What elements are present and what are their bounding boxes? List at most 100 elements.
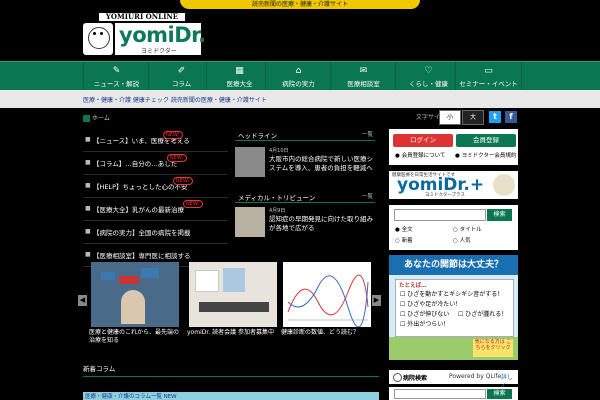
hospital-search-button[interactable]: 検索: [487, 389, 512, 399]
facebook-icon[interactable]: f: [505, 111, 517, 123]
top-announcement-bar: 読売新聞の医療・健康・介護サイト: [0, 0, 600, 11]
book-icon: ▦: [235, 66, 244, 76]
login-button[interactable]: ログイン: [393, 134, 453, 147]
featured-text[interactable]: 認知症の早期発見に向けた取り組みが各地で広がる: [269, 215, 375, 233]
chart-thumbnail-icon: [287, 274, 369, 328]
bullet-icon: ■: [85, 136, 91, 143]
bullet-icon: ■: [85, 228, 91, 235]
news-item-text[interactable]: 【コラム】…自分の…あした: [93, 158, 177, 168]
medical-more-link[interactable]: 一覧: [362, 192, 373, 200]
featured-item[interactable]: 4月9日 認知症の早期発見に向けた取り組みが各地で広がる: [235, 207, 375, 240]
nav-item-label: くらし・健康: [409, 80, 448, 88]
section-header: 新着コラム: [83, 362, 379, 377]
nav-item-label: コラム: [171, 80, 192, 88]
bullet-icon: ■: [85, 159, 91, 166]
carousel-next-icon[interactable]: ▶: [372, 295, 381, 306]
featured-date: 4月9日: [269, 208, 286, 214]
nav-item-label: 医療大全: [226, 80, 253, 88]
nav-item-consultation[interactable]: ✉ 医療相談室: [330, 62, 396, 91]
checklist-line: ☐ ひざを動かすとギシギシ音がする！: [400, 291, 504, 298]
font-small-button[interactable]: 小: [439, 110, 461, 125]
checklist-line-text: ひざや足が冷たい！: [407, 301, 462, 308]
search-option-label: 人気: [459, 238, 471, 244]
checklist-line: ☐ ひざが腫れる！: [458, 311, 508, 318]
banner-cta-button[interactable]: 気になる方は こちらをクリック: [473, 339, 513, 357]
about-membership-link[interactable]: ● 会員登録について: [395, 151, 445, 159]
pencil-icon: ✎: [112, 66, 121, 76]
news-item-text[interactable]: 【医療大全】乳がんの最新治療: [93, 204, 184, 214]
nav-item-label: 医療相談室: [347, 80, 380, 88]
carousel-prev-icon[interactable]: ◀: [78, 295, 87, 306]
powered-by-label: Powered by QLife: [449, 373, 502, 380]
new-badge: NEW!: [183, 200, 203, 208]
news-item[interactable]: ■ 【ニュース】いま、医療を考える NEW!: [83, 129, 228, 152]
search-button[interactable]: 検索: [487, 209, 512, 221]
column-band[interactable]: 医療・健康・介護のコラム一覧 NEW: [83, 392, 379, 400]
column-band-text: 医療・健康・介護のコラム一覧 NEW: [85, 394, 177, 400]
new-badge: NEW!: [167, 154, 187, 162]
feature-carousel: 医療と健康のこれから、最先端の治療を知る yomiDr. 読者会議 参加者募集中…: [83, 253, 383, 348]
search-option-label: 新着: [401, 238, 413, 244]
mascot-dog-icon: [83, 23, 113, 55]
checklist-line-text: 外出がつらい！: [407, 321, 450, 328]
top-announcement-text: 読売新聞の医療・健康・介護サイト: [180, 0, 420, 9]
yomiuri-online-label: YOMIURI ONLINE: [99, 13, 185, 21]
bullet-icon: ■: [85, 182, 91, 189]
chat-icon: ✉: [359, 66, 368, 76]
about-membership-text: 会員登録について: [401, 153, 446, 159]
featured-thumbnail[interactable]: [235, 207, 265, 237]
news-item[interactable]: ■ 【コラム】…自分の…あした NEW!: [83, 152, 228, 175]
carousel-caption[interactable]: 医療と健康のこれから、最先端の治療を知る: [89, 329, 183, 345]
carousel-caption[interactable]: yomiDr. 読者会議 参加者募集中: [187, 329, 281, 337]
yomidr-kana-text: ヨミドクター: [141, 48, 177, 55]
carousel-slide-image[interactable]: [91, 262, 179, 327]
nav-item-lifestyle[interactable]: ♡ くらし・健康: [395, 62, 461, 91]
twitter-icon[interactable]: t: [489, 111, 501, 123]
nav-item-news[interactable]: ✎ ニュース・解説: [83, 62, 149, 91]
nav-item-hospital[interactable]: ⌂ 病院の実力: [265, 62, 331, 91]
main-navigation: ✎ ニュース・解説 ✐ コラム ▦ 医療大全 ⌂ 病院の実力 ✉ 医療相談室 ♡…: [0, 61, 600, 91]
search-option[interactable]: ● 全文: [395, 225, 413, 233]
news-list: ■ 【ニュース】いま、医療を考える NEW! ■ 【コラム】…自分の…あした N…: [83, 129, 228, 267]
carousel-caption[interactable]: 健康診断の数値、どう読む？: [281, 329, 375, 337]
search-input[interactable]: [394, 209, 486, 221]
news-item[interactable]: ■ 【医療大全】乳がんの最新治療 NEW!: [83, 198, 228, 221]
hospital-search-input[interactable]: [394, 389, 486, 399]
headlines-more-link[interactable]: 一覧: [362, 130, 373, 138]
nav-item-column[interactable]: ✐ コラム: [148, 62, 214, 91]
yomidr-plus-banner[interactable]: 健康医療を日常生活サイトです yomiDr.+ ヨミドクタープラス: [389, 171, 518, 199]
search-option[interactable]: ○ タイトル: [453, 225, 482, 233]
featured-text[interactable]: 大阪市内の総合病院で新しい医療システムを導入、患者の負担を軽減へ: [269, 155, 375, 173]
nav-item-label: セミナー・イベント: [459, 80, 518, 88]
register-button[interactable]: 会員登録: [456, 134, 516, 147]
yomidr-wordmark: yomiDr. ヨミドクター: [115, 23, 206, 55]
auth-box: ログイン 会員登録 ● 会員登録について ● ヨミドクター会員規約: [389, 129, 518, 165]
medical-title: メディカル・トリビューン: [238, 194, 316, 202]
search-option[interactable]: ○ 新着: [395, 236, 413, 244]
featured-thumbnail[interactable]: [235, 147, 265, 177]
nav-item-encyclopedia[interactable]: ▦ 医療大全: [206, 62, 272, 91]
site-logo[interactable]: YOMIURI ONLINE yomiDr. ヨミドクター: [83, 12, 206, 58]
breadcrumb: ホーム: [83, 113, 110, 122]
news-item[interactable]: ■ 【病院の実力】全国の病院を掲載: [83, 221, 228, 244]
font-large-button[interactable]: 大: [462, 110, 484, 125]
search-option[interactable]: ○ 人気: [453, 236, 471, 244]
bullet-icon: ■: [85, 205, 91, 212]
hospital-search-header: 病院検索 Powered by QLife 詳しく: [389, 370, 518, 390]
nav-item-seminar[interactable]: ▭ セミナー・イベント: [455, 62, 522, 91]
joint-check-banner[interactable]: あなたの関節は大丈夫？ たとえば… ☐ ひざを動かすとギシギシ音がする！ ☐ ひ…: [389, 255, 518, 360]
news-item-text[interactable]: 【病院の実力】全国の病院を掲載: [93, 227, 191, 237]
sub-link-bar: 医療・健康・介護 健康チェック 読売新聞の医療・健康・介護サイト: [0, 90, 600, 108]
site-search: 検索 ● 全文 ○ タイトル ○ 新着 ○ 人気: [389, 205, 518, 250]
carousel-slide-image[interactable]: [283, 262, 371, 328]
terms-link[interactable]: ● ヨミドクター会員規約: [455, 151, 516, 159]
home-icon[interactable]: [83, 115, 90, 122]
breadcrumb-home[interactable]: ホーム: [92, 115, 110, 122]
hospital-search-title: 病院検索: [403, 375, 428, 382]
carousel-slide-image[interactable]: [189, 262, 277, 327]
news-item[interactable]: ■ 【HELP】ちょっとした心の不安 NEW!: [83, 175, 228, 198]
hospital-icon: ⌂: [295, 66, 302, 76]
sub-links[interactable]: 医療・健康・介護 健康チェック 読売新聞の医療・健康・介護サイト: [83, 95, 267, 104]
checklist-line: ☐ ひざや足が冷たい！: [400, 301, 462, 308]
featured-item[interactable]: 4月10日 大阪市内の総合病院で新しい医療システムを導入、患者の負担を軽減へ: [235, 147, 375, 180]
